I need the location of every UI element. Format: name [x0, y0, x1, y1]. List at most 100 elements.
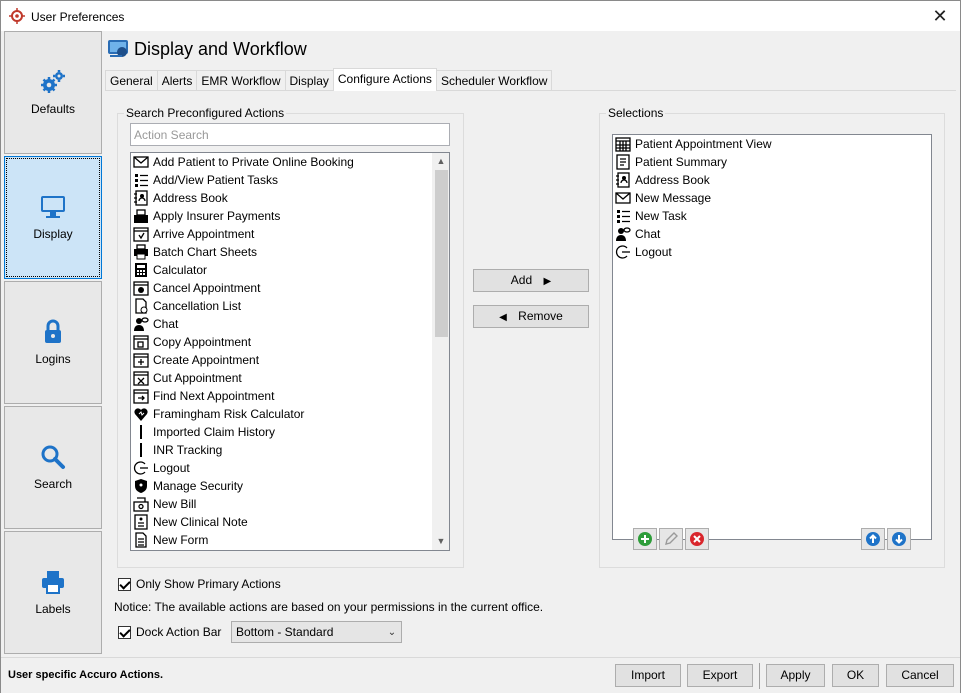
address-book-icon	[615, 172, 631, 188]
delete-selection-button[interactable]	[685, 528, 709, 550]
list-item-label: Cancellation List	[153, 299, 242, 313]
calendar-cut-icon	[133, 370, 149, 386]
sidebar-item-label: Logins	[35, 352, 71, 366]
list-item[interactable]: Address Book	[613, 171, 931, 189]
calculator-icon	[133, 262, 149, 278]
checkbox-checked-icon[interactable]	[118, 625, 131, 639]
only-primary-checkbox[interactable]: Only Show Primary Actions	[118, 577, 281, 591]
window-body: Defaults Display Logins Search Labels Di…	[0, 31, 961, 693]
action-search-input[interactable]	[130, 123, 450, 146]
tab-display[interactable]: Display	[284, 70, 334, 91]
tab-alerts[interactable]: Alerts	[156, 70, 198, 91]
import-button[interactable]: Import	[615, 664, 681, 687]
sidebar-item-label: Display	[33, 227, 73, 241]
export-button[interactable]: Export	[687, 664, 753, 687]
add-selection-button[interactable]	[633, 528, 657, 550]
list-item[interactable]: Cancel Appointment	[131, 279, 449, 297]
add-button[interactable]: Add ▶	[473, 269, 589, 292]
list-item[interactable]: New Message	[613, 189, 931, 207]
plus-circle-icon	[638, 532, 652, 546]
list-item-label: Find Next Appointment	[153, 389, 275, 403]
list-item[interactable]: Manage Security	[131, 477, 449, 495]
move-up-button[interactable]	[861, 528, 885, 550]
list-item[interactable]: Logout	[131, 459, 449, 477]
list-item[interactable]: Cancellation List	[131, 297, 449, 315]
status-bar: User specific Accuro Actions. Import Exp…	[1, 657, 960, 693]
printer-icon	[5, 568, 101, 598]
actions-list-scrollbar[interactable]: ▲ ▼	[432, 153, 449, 550]
pencil-icon	[665, 532, 678, 545]
tab-emr-workflow[interactable]: EMR Workflow	[196, 70, 286, 91]
move-down-button[interactable]	[887, 528, 911, 550]
dock-action-bar-checkbox[interactable]: Dock Action Bar	[118, 625, 221, 639]
list-item-label: Arrive Appointment	[153, 227, 255, 241]
list-item[interactable]: Arrive Appointment	[131, 225, 449, 243]
title-bar: User Preferences ✕	[0, 0, 961, 31]
list-item[interactable]: Add Patient to Private Online Booking	[131, 153, 449, 171]
cancel-button[interactable]: Cancel	[886, 664, 954, 687]
calendar-find-icon	[133, 388, 149, 404]
list-item-label: New Task	[635, 209, 687, 223]
address-book-icon	[133, 190, 149, 206]
tab-scheduler-workflow[interactable]: Scheduler Workflow	[435, 70, 553, 91]
actions-list[interactable]: Add Patient to Private Online Booking Add…	[130, 152, 450, 551]
lock-icon	[5, 318, 101, 348]
heart-icon	[133, 406, 149, 422]
list-item[interactable]: Calculator	[131, 261, 449, 279]
list-item[interactable]: Add/View Patient Tasks	[131, 171, 449, 189]
list-item-label: Logout	[635, 245, 672, 259]
tab-general[interactable]: General	[105, 70, 158, 91]
list-item-label: Create Appointment	[153, 353, 260, 367]
list-item[interactable]: Imported Claim History	[131, 423, 449, 441]
list-item[interactable]: Chat	[131, 315, 449, 333]
list-item[interactable]: Address Book	[131, 189, 449, 207]
list-item[interactable]: New Bill	[131, 495, 449, 513]
list-item[interactable]: INR Tracking	[131, 441, 449, 459]
sidebar-item-search[interactable]: Search	[4, 406, 102, 529]
magnifier-icon	[5, 443, 101, 473]
bill-icon	[133, 496, 149, 512]
scroll-thumb[interactable]	[435, 170, 448, 337]
dock-position-select[interactable]: Bottom - Standard ⌄	[231, 621, 402, 643]
list-item[interactable]: Apply Insurer Payments	[131, 207, 449, 225]
scroll-up-icon[interactable]: ▲	[433, 153, 449, 170]
list-item[interactable]: Chat	[613, 225, 931, 243]
remove-button[interactable]: ◀ Remove	[473, 305, 589, 328]
list-item[interactable]: Copy Appointment	[131, 333, 449, 351]
list-item[interactable]: Find Next Appointment	[131, 387, 449, 405]
scroll-down-icon[interactable]: ▼	[433, 533, 449, 550]
delete-circle-icon	[690, 532, 704, 546]
list-item[interactable]: New Form	[131, 531, 449, 549]
envelope-arrow-icon	[133, 154, 149, 170]
sidebar-item-display[interactable]: Display	[4, 156, 102, 279]
list-item[interactable]: Create Appointment	[131, 351, 449, 369]
arrow-down-circle-icon	[892, 532, 906, 546]
list-item-label: Logout	[153, 461, 190, 475]
sidebar-item-labels[interactable]: Labels	[4, 531, 102, 654]
checkbox-checked-icon[interactable]	[118, 577, 131, 591]
calendar-create-icon	[133, 352, 149, 368]
list-item[interactable]: Logout	[613, 243, 931, 261]
list-item-label: Add Patient to Private Online Booking	[153, 155, 354, 169]
ok-button[interactable]: OK	[832, 664, 879, 687]
edit-selection-button[interactable]	[659, 528, 683, 550]
calendar-arrive-icon	[133, 226, 149, 242]
sidebar-item-defaults[interactable]: Defaults	[4, 31, 102, 154]
list-item-label: Calculator	[153, 263, 208, 277]
tab-configure-actions[interactable]: Configure Actions	[332, 68, 437, 91]
list-item[interactable]: Framingham Risk Calculator	[131, 405, 449, 423]
list-item-label: Patient Appointment View	[635, 137, 772, 151]
list-item[interactable]: Patient Summary	[613, 153, 931, 171]
logout-icon	[133, 460, 149, 476]
close-icon[interactable]: ✕	[928, 5, 952, 27]
list-item[interactable]: Cut Appointment	[131, 369, 449, 387]
summary-icon	[615, 154, 631, 170]
selections-list[interactable]: Patient Appointment View Patient Summary A…	[612, 134, 932, 540]
sidebar-item-logins[interactable]: Logins	[4, 281, 102, 404]
list-item[interactable]: New Task	[613, 207, 931, 225]
list-item[interactable]: Patient Appointment View	[613, 135, 931, 153]
list-item[interactable]: New Clinical Note	[131, 513, 449, 531]
apply-button[interactable]: Apply	[766, 664, 825, 687]
remove-button-label: Remove	[518, 309, 563, 323]
list-item[interactable]: Batch Chart Sheets	[131, 243, 449, 261]
